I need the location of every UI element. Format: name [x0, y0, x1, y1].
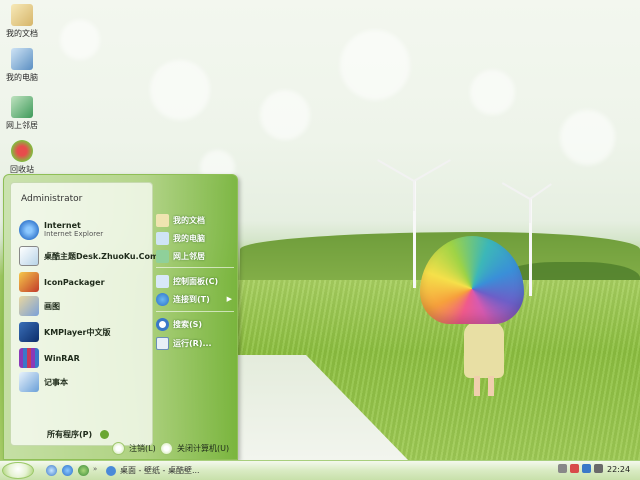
winrar-icon	[19, 348, 39, 368]
taskbar: » 桌面 - 壁纸 - 桌酷壁... 22:24	[0, 460, 640, 480]
place-my-computer[interactable]: 我的电脑	[156, 230, 236, 246]
program-label: 画图	[44, 301, 60, 311]
start-menu-programs-pane: Administrator Internet Internet Explorer …	[10, 182, 158, 446]
shutdown-icon	[160, 442, 173, 455]
my-documents-icon	[156, 213, 169, 227]
quick-launch-expand-icon[interactable]: »	[93, 465, 99, 476]
start-menu-username: Administrator	[21, 194, 83, 204]
my-documents-icon	[11, 4, 33, 26]
logoff-button[interactable]: 注销(L)	[112, 442, 156, 455]
control-panel-icon	[156, 274, 169, 288]
search-icon	[156, 317, 169, 331]
network-places-icon	[11, 96, 33, 118]
taskbar-window-title: 桌面 - 壁纸 - 桌酷壁...	[120, 466, 200, 475]
logoff-label: 注销(L)	[129, 444, 156, 453]
program-label: 桌酷主题Desk.ZhuoKu.Com	[44, 251, 159, 261]
paint-icon	[19, 296, 39, 316]
program-notepad[interactable]: 记事本	[19, 371, 151, 393]
logoff-icon	[112, 442, 125, 455]
my-computer-icon	[156, 231, 169, 245]
program-zhuoku-theme[interactable]: 桌酷主题Desk.ZhuoKu.Com	[19, 245, 158, 267]
start-button[interactable]	[2, 462, 34, 479]
window-app-icon	[106, 465, 116, 476]
place-run[interactable]: 运行(R)...	[156, 335, 236, 351]
program-kmplayer[interactable]: KMPlayer中文版	[19, 321, 151, 343]
quick-launch-desktop-icon[interactable]	[46, 465, 57, 476]
program-winrar[interactable]: WinRAR	[19, 347, 151, 369]
program-sublabel: Internet Explorer	[44, 230, 104, 238]
quick-launch-media-icon[interactable]	[78, 465, 89, 476]
separator	[156, 267, 234, 268]
zhuoku-theme-icon	[19, 246, 39, 266]
shutdown-button[interactable]: 关闭计算机(U)	[160, 442, 229, 455]
desktop-icon-recycle-bin[interactable]: 回收站	[2, 140, 42, 175]
tray-volume-icon[interactable]	[594, 464, 603, 473]
place-control-panel[interactable]: 控制面板(C)	[156, 273, 236, 289]
network-places-icon	[156, 249, 169, 263]
program-label: KMPlayer中文版	[44, 327, 111, 337]
program-paint[interactable]: 画图	[19, 295, 151, 317]
start-menu: Administrator Internet Internet Explorer …	[3, 174, 238, 460]
program-label: Internet	[44, 221, 81, 230]
taskbar-clock[interactable]: 22:24	[607, 465, 630, 474]
separator	[156, 311, 234, 312]
program-label: 记事本	[44, 377, 68, 387]
submenu-arrow-icon: ▶	[226, 295, 232, 303]
desktop-icon-my-documents[interactable]: 我的文档	[2, 4, 42, 39]
iconpackager-icon	[19, 272, 39, 292]
run-icon	[156, 336, 169, 350]
program-label: WinRAR	[44, 353, 80, 363]
tray-app-icon[interactable]	[570, 464, 579, 473]
tray-network-icon[interactable]	[582, 464, 591, 473]
start-menu-footer: 注销(L) 关闭计算机(U)	[4, 439, 237, 459]
recycle-bin-icon	[11, 140, 33, 162]
place-connect-to[interactable]: 连接到(T) ▶	[156, 291, 236, 307]
desktop-icon-my-computer[interactable]: 我的电脑	[2, 48, 42, 83]
connect-to-icon	[156, 292, 169, 306]
desktop-icon-network-places[interactable]: 网上邻居	[2, 96, 42, 131]
place-my-documents[interactable]: 我的文档	[156, 212, 236, 228]
place-network-places[interactable]: 网上邻居	[156, 248, 236, 264]
internet-explorer-icon	[19, 220, 39, 240]
notepad-icon	[19, 372, 39, 392]
system-tray	[558, 464, 606, 473]
quick-launch-internet-explorer-icon[interactable]	[62, 465, 73, 476]
arrow-right-icon	[100, 430, 110, 439]
program-internet-explorer[interactable]: Internet Internet Explorer	[19, 219, 151, 241]
program-label: IconPackager	[44, 277, 105, 287]
taskbar-window-button[interactable]: 桌面 - 壁纸 - 桌酷壁...	[106, 463, 216, 478]
program-iconpackager[interactable]: IconPackager	[19, 271, 151, 293]
place-search[interactable]: 搜索(S)	[156, 316, 236, 332]
my-computer-icon	[11, 48, 33, 70]
shutdown-label: 关闭计算机(U)	[177, 444, 230, 453]
tray-chevron-icon[interactable]	[558, 464, 567, 473]
kmplayer-icon	[19, 322, 39, 342]
